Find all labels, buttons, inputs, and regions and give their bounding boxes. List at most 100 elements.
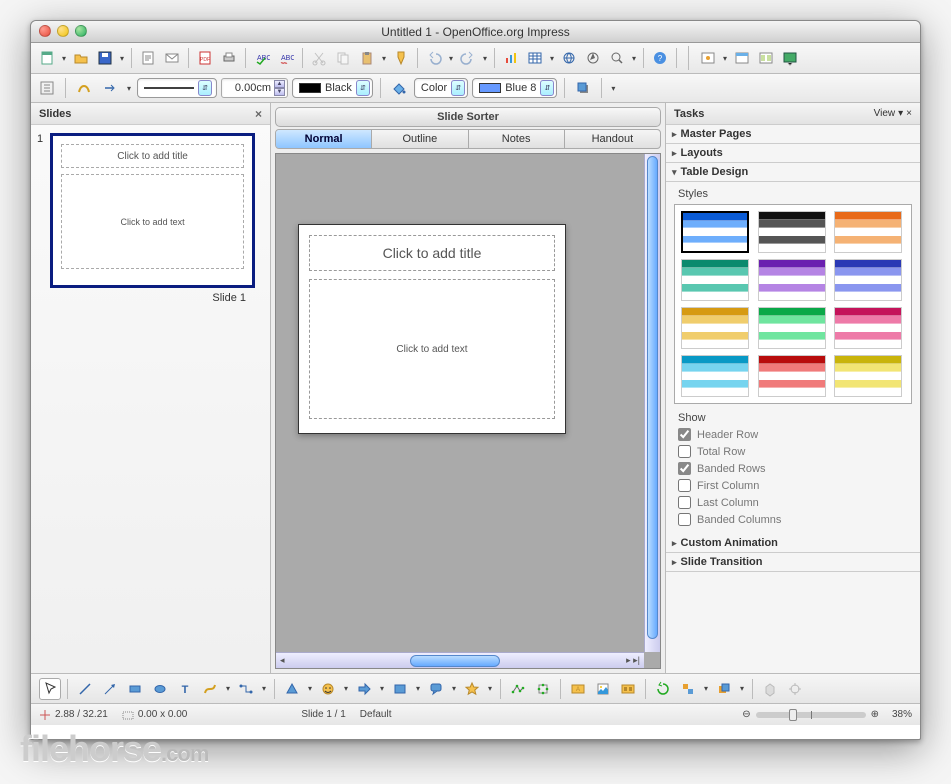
star-dropdown-icon[interactable]: ▾	[486, 678, 494, 700]
spellcheck-button[interactable]: ABC	[251, 47, 273, 69]
slide-dropdown-icon[interactable]: ▾	[721, 47, 729, 69]
hyperlink-button[interactable]	[558, 47, 580, 69]
ellipse-tool-button[interactable]	[149, 678, 171, 700]
redo-button[interactable]	[457, 47, 479, 69]
curve-dropdown-icon[interactable]: ▾	[224, 678, 232, 700]
fill-color-combo[interactable]: Blue 8 ⇵	[472, 78, 557, 98]
checkbox[interactable]	[678, 445, 691, 458]
section-layouts[interactable]: ▸Layouts	[666, 144, 920, 163]
connector-tool-button[interactable]	[235, 678, 257, 700]
callout-button[interactable]	[425, 678, 447, 700]
open-button[interactable]	[70, 47, 92, 69]
zoom-value[interactable]: 38%	[892, 709, 912, 720]
connector-dropdown-icon[interactable]: ▾	[260, 678, 268, 700]
canvas-content-placeholder[interactable]: Click to add text	[309, 279, 555, 419]
show-option[interactable]: Total Row	[678, 445, 912, 458]
arrow-tool-button[interactable]	[99, 678, 121, 700]
tab-normal[interactable]: Normal	[276, 130, 372, 148]
area-fill-button[interactable]	[388, 77, 410, 99]
table-style-option[interactable]	[758, 307, 826, 349]
align-button[interactable]	[677, 678, 699, 700]
cut-button[interactable]	[308, 47, 330, 69]
gallery-button[interactable]	[617, 678, 639, 700]
table-button[interactable]	[524, 47, 546, 69]
slide-editor[interactable]: Click to add title Click to add text ◂ ▸…	[275, 153, 661, 669]
paste-button[interactable]	[356, 47, 378, 69]
section-custom-animation[interactable]: ▸Custom Animation	[666, 534, 920, 553]
arrange-dropdown-icon[interactable]: ▾	[738, 678, 746, 700]
arrow-style-dropdown-icon[interactable]: ▾	[125, 77, 133, 99]
save-dropdown-icon[interactable]: ▾	[118, 47, 126, 69]
zoom-dropdown-icon[interactable]: ▾	[630, 47, 638, 69]
print-button[interactable]	[218, 47, 240, 69]
extrusion-button[interactable]	[759, 678, 781, 700]
new-dropdown-icon[interactable]: ▾	[60, 47, 68, 69]
select-tool-button[interactable]	[39, 678, 61, 700]
export-pdf-button[interactable]: PDF	[194, 47, 216, 69]
flowchart-button[interactable]	[389, 678, 411, 700]
table-style-option[interactable]	[681, 355, 749, 397]
slide-canvas[interactable]: Click to add title Click to add text	[298, 224, 566, 434]
line-pattern-combo[interactable]: ⇵	[137, 78, 217, 98]
fill-type-combo[interactable]: Color ⇵	[414, 78, 468, 98]
table-style-option[interactable]	[834, 307, 902, 349]
show-option[interactable]: Last Column	[678, 496, 912, 509]
section-slide-transition[interactable]: ▸Slide Transition	[666, 553, 920, 572]
slide-button[interactable]	[697, 47, 719, 69]
show-option[interactable]: Banded Rows	[678, 462, 912, 475]
table-style-option[interactable]	[758, 355, 826, 397]
vertical-scrollbar[interactable]	[644, 154, 660, 652]
canvas-title-placeholder[interactable]: Click to add title	[309, 235, 555, 271]
checkbox[interactable]	[678, 513, 691, 526]
align-dropdown-icon[interactable]: ▾	[702, 678, 710, 700]
close-button[interactable]	[39, 25, 51, 37]
save-button[interactable]	[94, 47, 116, 69]
slide-layout-button[interactable]	[755, 47, 777, 69]
horizontal-scrollbar[interactable]: ◂ ▸ ▸|	[276, 652, 644, 668]
zoom-out-button[interactable]: ⊖	[742, 709, 750, 720]
basic-shapes-dropdown-icon[interactable]: ▾	[306, 678, 314, 700]
spin-down[interactable]: ▼	[274, 88, 285, 96]
zoom-button[interactable]	[75, 25, 87, 37]
checkbox[interactable]	[678, 462, 691, 475]
table-style-option[interactable]	[681, 307, 749, 349]
copy-button[interactable]	[332, 47, 354, 69]
tab-outline[interactable]: Outline	[372, 130, 468, 148]
glue-points-button[interactable]	[532, 678, 554, 700]
close-slides-panel-button[interactable]: ×	[255, 107, 262, 121]
checkbox[interactable]	[678, 428, 691, 441]
table-style-option[interactable]	[834, 355, 902, 397]
table-style-option[interactable]	[681, 259, 749, 301]
new-doc-button[interactable]	[36, 47, 58, 69]
arrow-style-button[interactable]	[99, 77, 121, 99]
table-style-option[interactable]	[758, 211, 826, 253]
points-button[interactable]	[507, 678, 529, 700]
line-style-button[interactable]	[73, 77, 95, 99]
slide-design-button[interactable]	[731, 47, 753, 69]
minimize-button[interactable]	[57, 25, 69, 37]
line-color-combo[interactable]: Black ⇵	[292, 78, 373, 98]
show-draw-functions-button[interactable]	[36, 77, 58, 99]
table-dropdown-icon[interactable]: ▾	[548, 47, 556, 69]
symbol-dropdown-icon[interactable]: ▾	[342, 678, 350, 700]
section-master-pages[interactable]: ▸Master Pages	[666, 125, 920, 144]
table-style-option[interactable]	[834, 259, 902, 301]
symbol-shapes-button[interactable]	[317, 678, 339, 700]
spin-up[interactable]: ▲	[274, 80, 285, 88]
flowchart-dropdown-icon[interactable]: ▾	[414, 678, 422, 700]
chart-button[interactable]	[500, 47, 522, 69]
fontwork-button[interactable]: A	[567, 678, 589, 700]
from-file-button[interactable]	[592, 678, 614, 700]
section-table-design[interactable]: ▾Table Design	[666, 163, 920, 182]
redo-dropdown-icon[interactable]: ▾	[481, 47, 489, 69]
line-width-input[interactable]: 0.00cm ▲▼	[221, 78, 288, 98]
tab-handout[interactable]: Handout	[565, 130, 660, 148]
curve-tool-button[interactable]	[199, 678, 221, 700]
help-button[interactable]: ?	[649, 47, 671, 69]
table-style-option[interactable]	[758, 259, 826, 301]
tab-notes[interactable]: Notes	[469, 130, 565, 148]
zoom-tool-button[interactable]	[606, 47, 628, 69]
edit-file-button[interactable]	[137, 47, 159, 69]
interaction-button[interactable]	[784, 678, 806, 700]
auto-spellcheck-button[interactable]: ABC	[275, 47, 297, 69]
